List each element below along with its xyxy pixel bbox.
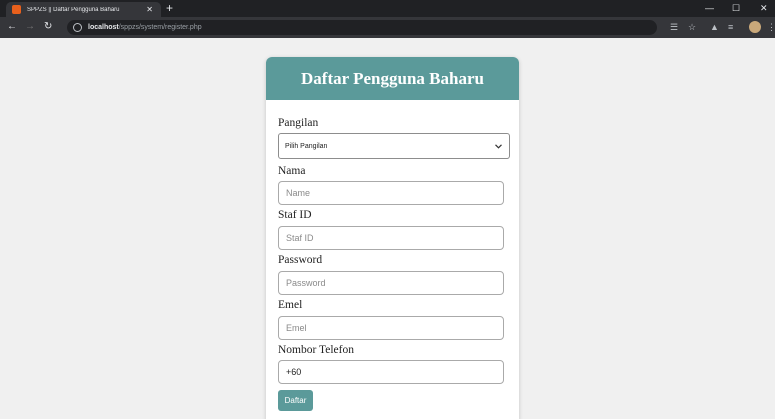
tab-title: SPPZS || Daftar Pengguna Baharu: [27, 6, 120, 13]
reading-list-icon[interactable]: ≡: [728, 21, 733, 33]
pangilan-label: Pangilan: [278, 117, 319, 129]
pangilan-select[interactable]: Pilih Pangilan: [278, 133, 510, 159]
url-path: /sppzs/system/register.php: [118, 24, 202, 31]
profile-avatar[interactable]: [749, 21, 761, 33]
nama-label: Nama: [278, 165, 306, 177]
minimize-button[interactable]: —: [705, 2, 714, 14]
close-window-button[interactable]: ✕: [760, 2, 768, 14]
tab-close-icon[interactable]: ✕: [146, 5, 153, 14]
back-arrow-icon[interactable]: ←: [7, 20, 17, 34]
pangilan-selected-value: Pilih Pangilan: [285, 142, 328, 150]
emel-input[interactable]: [278, 316, 504, 340]
maximize-button[interactable]: ☐: [732, 2, 740, 14]
browser-tab-strip: SPPZS || Daftar Pengguna Baharu ✕ + — ☐ …: [0, 0, 775, 17]
daftar-button[interactable]: Daftar: [278, 390, 313, 411]
chevron-down-icon: [495, 143, 502, 149]
forward-arrow-icon[interactable]: →: [25, 20, 35, 34]
browser-toolbar: ← → ↻ localhost/sppzs/system/register.ph…: [0, 17, 775, 38]
url-host: localhost: [88, 24, 119, 31]
extensions-icon[interactable]: ▲: [710, 21, 719, 33]
card-header: Daftar Pengguna Baharu: [266, 57, 519, 100]
register-card: Daftar Pengguna Baharu Pangilan Pilih Pa…: [266, 57, 519, 419]
password-input[interactable]: [278, 271, 504, 295]
site-info-icon[interactable]: [73, 23, 82, 32]
new-tab-button[interactable]: +: [166, 1, 173, 16]
staf-id-input[interactable]: [278, 226, 504, 250]
password-label: Password: [278, 254, 323, 266]
address-bar[interactable]: localhost/sppzs/system/register.php: [67, 20, 657, 35]
nama-input[interactable]: [278, 181, 504, 205]
page-title: Daftar Pengguna Baharu: [301, 68, 484, 88]
menu-kebab-icon[interactable]: ⋮: [767, 21, 775, 33]
site-favicon-icon: [12, 5, 21, 14]
translate-icon[interactable]: ☰: [670, 21, 678, 33]
bookmark-star-icon[interactable]: ☆: [688, 21, 696, 33]
reload-icon[interactable]: ↻: [44, 20, 52, 34]
telefon-label: Nombor Telefon: [278, 344, 354, 356]
browser-tab[interactable]: SPPZS || Daftar Pengguna Baharu ✕: [6, 2, 161, 17]
emel-label: Emel: [278, 299, 303, 311]
telefon-input[interactable]: [278, 360, 504, 384]
staf-id-label: Staf ID: [278, 209, 312, 221]
